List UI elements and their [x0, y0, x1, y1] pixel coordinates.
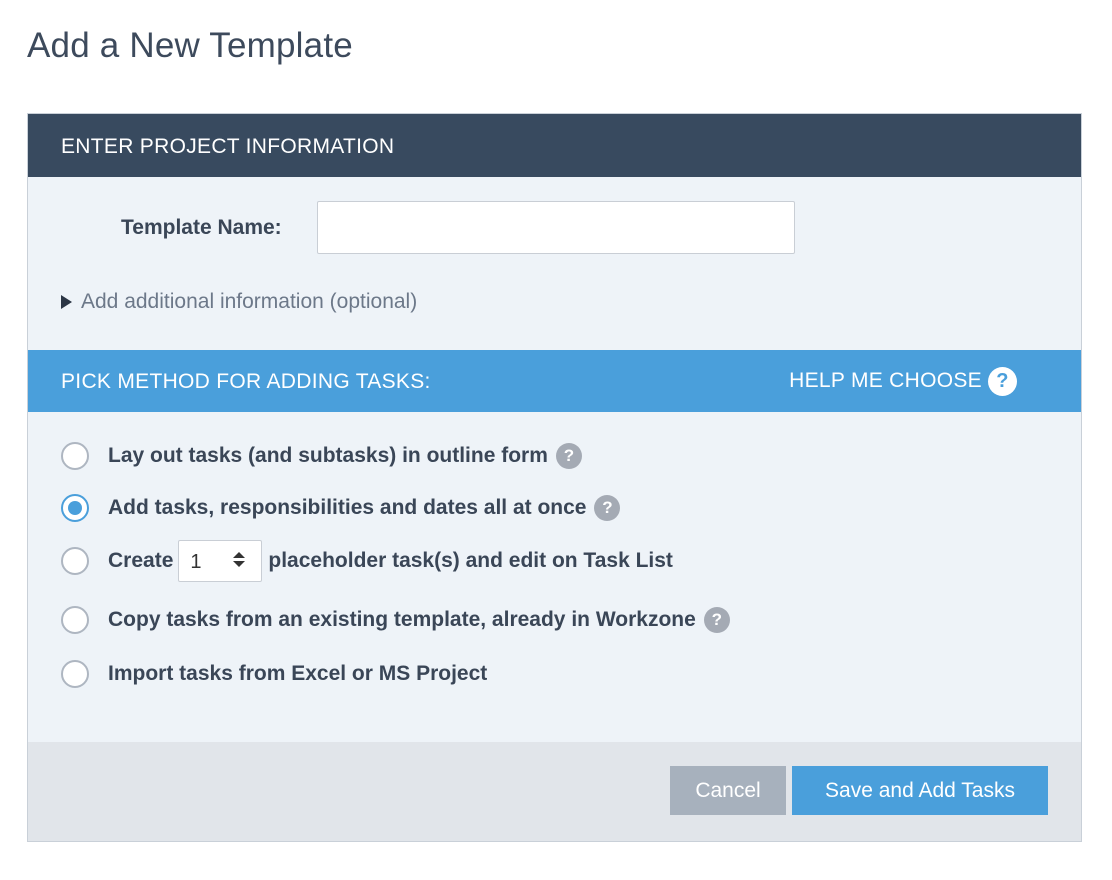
option-import-excel: Import tasks from Excel or MS Project	[61, 660, 487, 688]
triangle-right-icon	[61, 295, 72, 309]
stepper-value: 1	[190, 551, 202, 573]
question-circle-icon[interactable]: ?	[594, 495, 621, 521]
question-circle-icon: ?	[988, 366, 1017, 396]
placeholder-count-stepper[interactable]: 1	[178, 540, 263, 582]
radio-placeholder-tasks[interactable]	[61, 547, 89, 575]
template-form-panel: ENTER PROJECT INFORMATION Template Name:…	[27, 113, 1082, 842]
form-footer: Cancel Save and Add Tasks	[28, 742, 1081, 841]
option-placeholder-tasks: Create 1 placeholder task(s) and edit on…	[61, 540, 673, 582]
save-and-add-tasks-button[interactable]: Save and Add Tasks	[792, 766, 1048, 815]
option-label-before: Create	[108, 549, 174, 572]
cancel-button[interactable]: Cancel	[670, 766, 786, 815]
radio-copy-template[interactable]	[61, 606, 89, 634]
additional-info-toggle[interactable]: Add additional information (optional)	[61, 290, 417, 314]
option-label: Add tasks, responsibilities and dates al…	[108, 496, 587, 519]
radio-import-excel[interactable]	[61, 660, 89, 688]
task-method-title: PICK METHOD FOR ADDING TASKS:	[61, 370, 431, 393]
additional-info-label: Add additional information (optional)	[81, 290, 418, 313]
option-label: Copy tasks from an existing template, al…	[108, 608, 696, 631]
question-circle-icon[interactable]: ?	[555, 443, 582, 469]
up-down-arrows-icon	[233, 552, 246, 567]
page-title: Add a New Template	[27, 26, 353, 65]
option-all-at-once: Add tasks, responsibilities and dates al…	[61, 494, 621, 522]
template-name-label: Template Name:	[121, 216, 282, 239]
option-outline-form: Lay out tasks (and subtasks) in outline …	[61, 442, 582, 470]
project-info-header: ENTER PROJECT INFORMATION	[28, 114, 1081, 177]
radio-outline-form[interactable]	[61, 442, 89, 470]
template-name-input[interactable]	[317, 201, 795, 254]
help-me-choose-label: HELP ME CHOOSE	[789, 369, 982, 392]
question-circle-icon[interactable]: ?	[703, 607, 730, 633]
option-label: Import tasks from Excel or MS Project	[108, 662, 488, 685]
option-copy-template: Copy tasks from an existing template, al…	[61, 606, 730, 634]
help-me-choose-link[interactable]: HELP ME CHOOSE ?	[789, 350, 1017, 412]
task-method-header: PICK METHOD FOR ADDING TASKS: HELP ME CH…	[28, 350, 1081, 412]
radio-all-at-once[interactable]	[61, 494, 89, 522]
option-label-after: placeholder task(s) and edit on Task Lis…	[268, 549, 673, 572]
option-label: Lay out tasks (and subtasks) in outline …	[108, 444, 548, 467]
